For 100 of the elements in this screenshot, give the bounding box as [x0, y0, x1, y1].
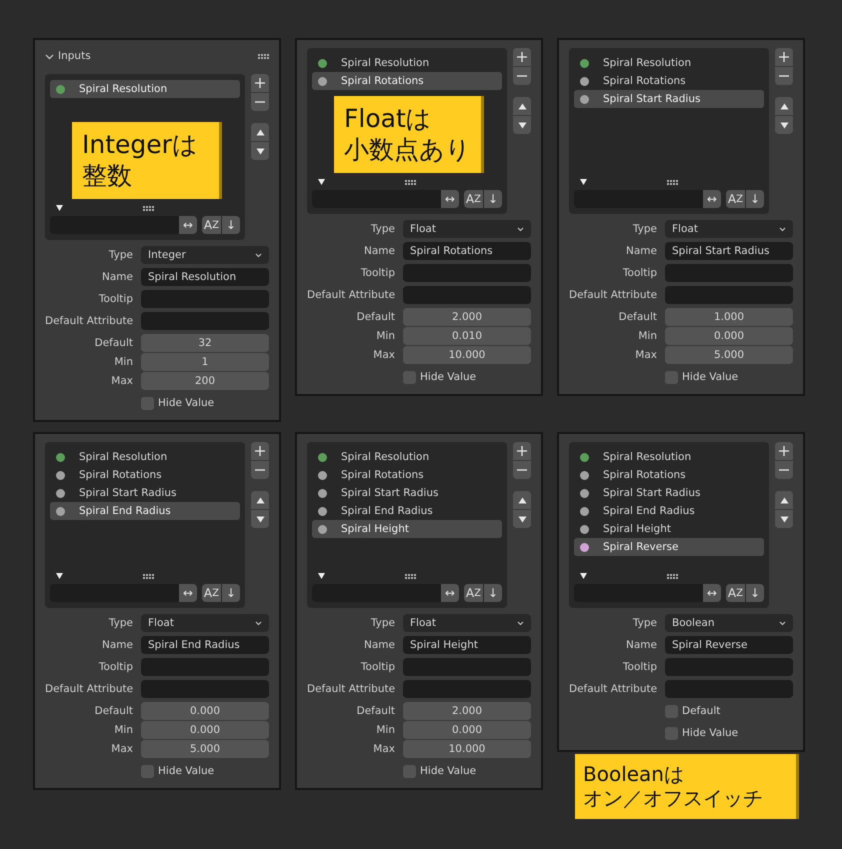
- list-item[interactable]: Spiral Rotations: [312, 72, 502, 90]
- text-field[interactable]: [665, 264, 793, 282]
- remove-button[interactable]: [251, 461, 269, 479]
- checkbox[interactable]: [403, 764, 416, 778]
- move-down-button[interactable]: [513, 510, 531, 528]
- remove-button[interactable]: [513, 67, 531, 85]
- number-field[interactable]: 2.000: [403, 308, 531, 326]
- reverse-sort-button[interactable]: ↓: [746, 190, 764, 208]
- checkbox[interactable]: [141, 764, 154, 778]
- invert-filter-button[interactable]: ↔: [178, 216, 197, 234]
- add-button[interactable]: [775, 442, 793, 460]
- text-field[interactable]: [141, 312, 269, 330]
- reverse-sort-button[interactable]: ↓: [222, 584, 240, 602]
- number-field[interactable]: 0.000: [141, 721, 269, 739]
- type-dropdown[interactable]: Boolean: [665, 614, 793, 632]
- number-field[interactable]: 5.000: [141, 740, 269, 758]
- list-item[interactable]: Spiral Rotations: [574, 466, 764, 484]
- move-up-button[interactable]: [251, 123, 269, 141]
- text-field[interactable]: [141, 680, 269, 698]
- number-field[interactable]: 0.000: [141, 702, 269, 720]
- list-item[interactable]: Spiral Resolution: [50, 448, 240, 466]
- checkbox[interactable]: [141, 396, 154, 410]
- filter-field[interactable]: [312, 584, 441, 602]
- text-field[interactable]: [665, 658, 793, 676]
- list-item[interactable]: Spiral End Radius: [50, 502, 240, 520]
- move-up-button[interactable]: [775, 97, 793, 115]
- reverse-sort-button[interactable]: ↓: [222, 216, 240, 234]
- number-field[interactable]: 0.010: [403, 327, 531, 345]
- move-down-button[interactable]: [513, 116, 531, 134]
- list-item[interactable]: Spiral End Radius: [574, 502, 764, 520]
- reverse-sort-button[interactable]: ↓: [746, 584, 764, 602]
- list-item[interactable]: Spiral Height: [312, 520, 502, 538]
- remove-button[interactable]: [251, 93, 269, 111]
- list-item[interactable]: Spiral Reverse: [574, 538, 764, 556]
- remove-button[interactable]: [775, 67, 793, 85]
- remove-button[interactable]: [513, 461, 531, 479]
- remove-button[interactable]: [775, 461, 793, 479]
- list-item[interactable]: Spiral Resolution: [312, 54, 502, 72]
- list-item[interactable]: Spiral End Radius: [312, 502, 502, 520]
- invert-filter-button[interactable]: ↔: [440, 190, 459, 208]
- filter-toggle-icon[interactable]: [580, 573, 587, 579]
- filter-toggle-icon[interactable]: [56, 573, 63, 579]
- checkbox[interactable]: [665, 370, 678, 384]
- grip-icon[interactable]: [667, 180, 678, 184]
- grip-icon[interactable]: [258, 54, 269, 58]
- grip-icon[interactable]: [405, 180, 416, 184]
- type-dropdown[interactable]: Float: [141, 614, 269, 632]
- reverse-sort-button[interactable]: ↓: [484, 584, 502, 602]
- filter-toggle-icon[interactable]: [580, 179, 587, 185]
- text-field[interactable]: Spiral Rotations: [403, 242, 531, 260]
- list-item[interactable]: Spiral Resolution: [574, 448, 764, 466]
- reverse-sort-button[interactable]: ↓: [484, 190, 502, 208]
- list-item[interactable]: Spiral Start Radius: [312, 484, 502, 502]
- filter-toggle-icon[interactable]: [56, 205, 63, 211]
- text-field[interactable]: [141, 658, 269, 676]
- list-item[interactable]: Spiral Start Radius: [574, 90, 764, 108]
- text-field[interactable]: [141, 290, 269, 308]
- grip-icon[interactable]: [667, 574, 678, 578]
- type-dropdown[interactable]: Float: [403, 614, 531, 632]
- number-field[interactable]: 10.000: [403, 346, 531, 364]
- filter-toggle-icon[interactable]: [318, 179, 325, 185]
- move-up-button[interactable]: [251, 491, 269, 509]
- move-up-button[interactable]: [775, 491, 793, 509]
- filter-field[interactable]: [574, 584, 703, 602]
- text-field[interactable]: [403, 680, 531, 698]
- grip-icon[interactable]: [143, 574, 154, 578]
- checkbox[interactable]: [665, 704, 678, 718]
- list-item[interactable]: Spiral Height: [574, 520, 764, 538]
- list-item[interactable]: Spiral Start Radius: [574, 484, 764, 502]
- text-field[interactable]: [403, 264, 531, 282]
- move-down-button[interactable]: [775, 116, 793, 134]
- filter-field[interactable]: [50, 584, 179, 602]
- move-up-button[interactable]: [513, 491, 531, 509]
- move-up-button[interactable]: [513, 97, 531, 115]
- filter-field[interactable]: [574, 190, 703, 208]
- number-field[interactable]: 0.000: [403, 721, 531, 739]
- text-field[interactable]: [403, 286, 531, 304]
- move-down-button[interactable]: [251, 142, 269, 160]
- invert-filter-button[interactable]: ↔: [440, 584, 459, 602]
- invert-filter-button[interactable]: ↔: [702, 190, 721, 208]
- number-field[interactable]: 1: [141, 353, 269, 371]
- add-button[interactable]: [775, 48, 793, 66]
- number-field[interactable]: 1.000: [665, 308, 793, 326]
- list-item[interactable]: Spiral Rotations: [312, 466, 502, 484]
- text-field[interactable]: [665, 286, 793, 304]
- grip-icon[interactable]: [143, 206, 154, 210]
- type-dropdown[interactable]: Float: [665, 220, 793, 238]
- list-item[interactable]: Spiral Resolution: [574, 54, 764, 72]
- text-field[interactable]: Spiral End Radius: [141, 636, 269, 654]
- text-field[interactable]: Spiral Height: [403, 636, 531, 654]
- list-item[interactable]: Spiral Resolution: [50, 80, 240, 98]
- list-item[interactable]: Spiral Resolution: [312, 448, 502, 466]
- number-field[interactable]: 5.000: [665, 346, 793, 364]
- type-dropdown[interactable]: Float: [403, 220, 531, 238]
- move-down-button[interactable]: [251, 510, 269, 528]
- grip-icon[interactable]: [405, 574, 416, 578]
- text-field[interactable]: [665, 680, 793, 698]
- move-down-button[interactable]: [775, 510, 793, 528]
- checkbox[interactable]: [403, 370, 416, 384]
- filter-toggle-icon[interactable]: [318, 573, 325, 579]
